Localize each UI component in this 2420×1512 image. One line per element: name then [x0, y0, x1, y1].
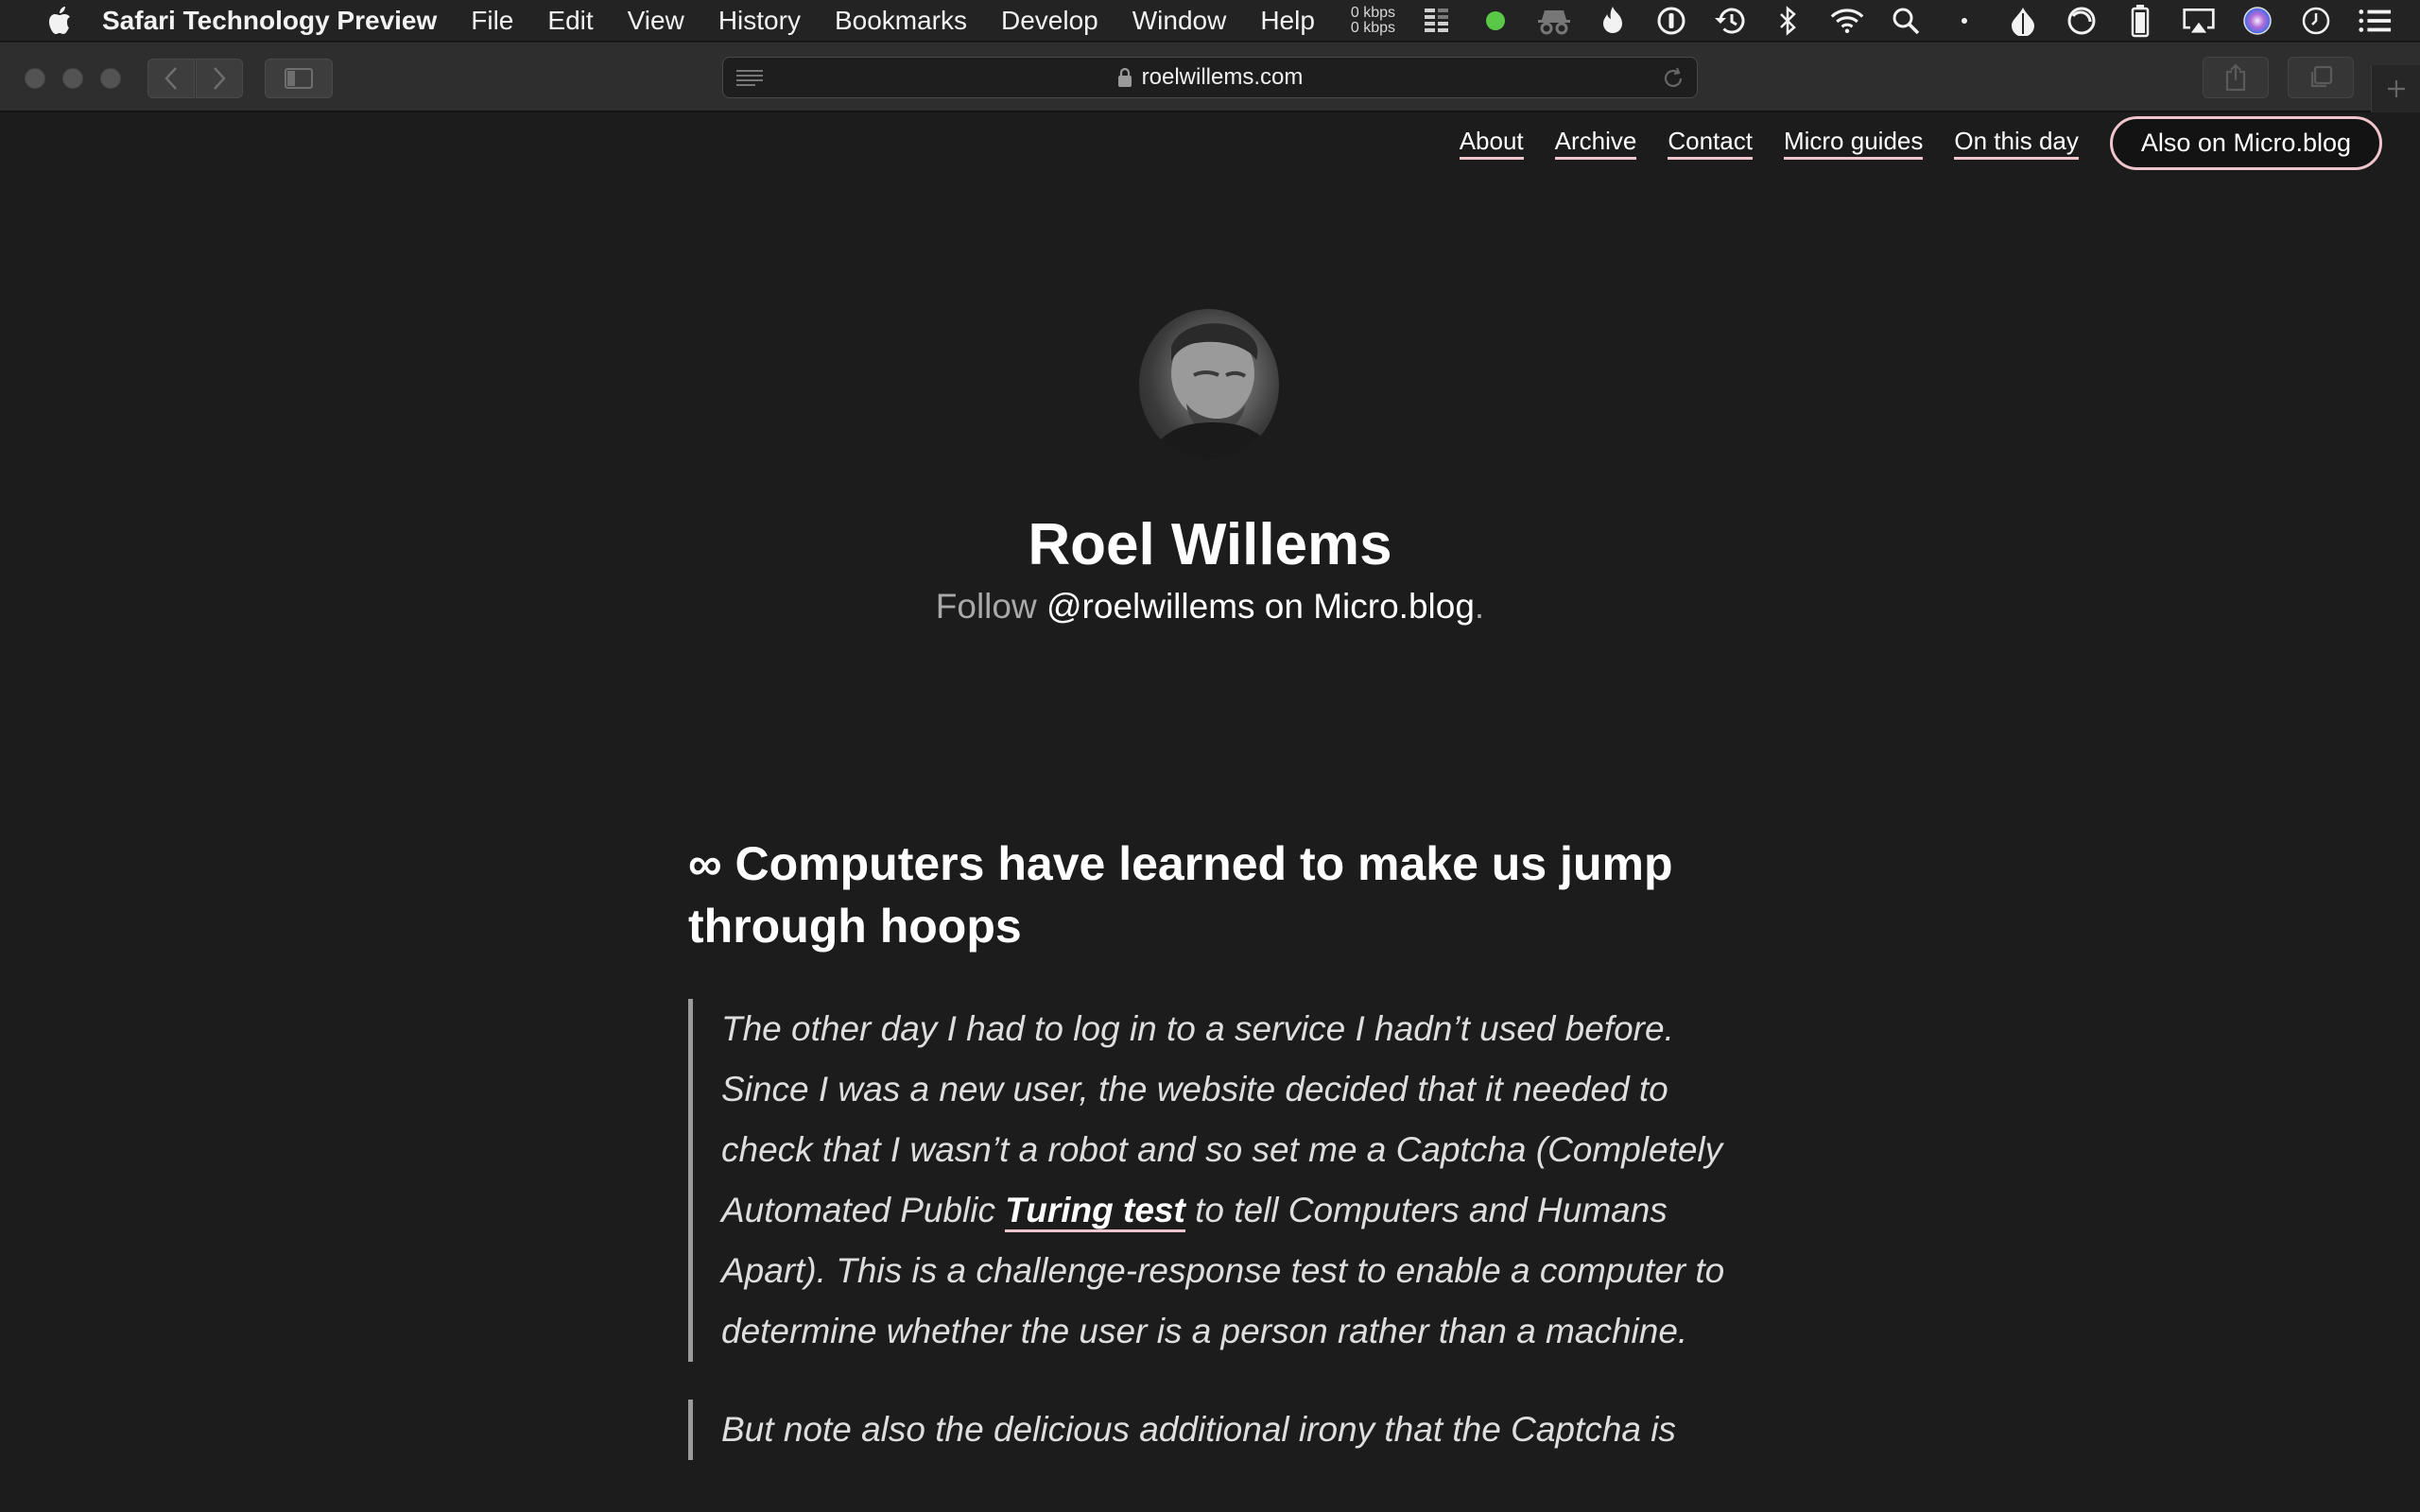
menu-view[interactable]: View [628, 6, 684, 36]
airplay-icon[interactable] [2182, 4, 2216, 38]
net-down: 0 kbps [1350, 20, 1395, 36]
battery-icon[interactable] [2123, 4, 2157, 38]
menu-edit[interactable]: Edit [547, 6, 593, 36]
share-icon [2225, 63, 2246, 92]
notification-list-icon[interactable] [2358, 4, 2392, 38]
status-menu-area: 0 kbps 0 kbps [1351, 0, 2392, 42]
follow-prefix: Follow [935, 587, 1037, 626]
zoom-window-button[interactable] [100, 68, 121, 89]
post-quote: The other day I had to log in to a servi… [688, 999, 1737, 1362]
new-tab-button[interactable] [2371, 65, 2420, 112]
menu-window[interactable]: Window [1132, 6, 1227, 36]
site-navigation: About Archive Contact Micro guides On th… [1459, 114, 2382, 171]
network-speed[interactable]: 0 kbps 0 kbps [1351, 6, 1395, 36]
tab-overview-button[interactable] [2288, 57, 2354, 98]
time-machine-icon[interactable] [1713, 4, 1747, 38]
nav-micro-guides-link[interactable]: Micro guides [1783, 127, 1924, 160]
post: ∞ Computers have learned to make us jump… [688, 833, 1737, 1460]
reload-icon[interactable] [1661, 66, 1685, 95]
follow-suffix: . [1474, 587, 1485, 626]
chevron-right-icon [214, 67, 226, 90]
nav-archive-link[interactable]: Archive [1554, 127, 1637, 160]
menu-history[interactable]: History [718, 6, 801, 36]
flame-icon[interactable] [1596, 4, 1630, 38]
browser-toolbar: roelwillems.com [0, 43, 2420, 112]
clock-icon[interactable] [2299, 4, 2333, 38]
avatar[interactable] [1139, 309, 1279, 460]
share-button[interactable] [2203, 57, 2269, 98]
post-title-link[interactable]: ∞ Computers have learned to make us jump… [688, 833, 1737, 957]
menu-app-name[interactable]: Safari Technology Preview [102, 6, 437, 36]
back-button[interactable] [147, 59, 195, 98]
quote-second-text: But note also the delicious additional i… [721, 1410, 1676, 1449]
spotlight-icon[interactable] [1889, 4, 1923, 38]
post-quote-second: But note also the delicious additional i… [688, 1400, 1737, 1460]
net-up: 0 kbps [1350, 5, 1395, 21]
sidebar-toggle-button[interactable] [265, 59, 333, 98]
menu-bar: Safari Technology Preview File Edit View… [0, 0, 2420, 42]
forward-button[interactable] [196, 59, 243, 98]
plus-icon [2387, 80, 2405, 97]
chevron-left-icon [164, 67, 177, 90]
nav-on-this-day-link[interactable]: On this day [1954, 127, 2079, 160]
onepassword-icon[interactable] [1654, 4, 1688, 38]
apple-icon[interactable] [38, 6, 81, 35]
menu-bookmarks[interactable]: Bookmarks [835, 6, 967, 36]
bluetooth-icon[interactable] [1772, 4, 1806, 38]
lock-icon [1117, 67, 1132, 87]
microblog-handle-link[interactable]: @roelwillems on Micro.blog [1046, 587, 1475, 626]
wifi-icon[interactable] [1830, 4, 1864, 38]
cpu-meter-icon[interactable] [1420, 4, 1454, 38]
drop-icon[interactable] [2006, 4, 2040, 38]
siri-icon[interactable] [2240, 4, 2274, 38]
url-text: roelwillems.com [1141, 64, 1304, 90]
nav-about-link[interactable]: About [1459, 127, 1524, 160]
close-window-button[interactable] [25, 68, 45, 89]
turing-test-link[interactable]: Turing test [1005, 1191, 1185, 1232]
address-bar[interactable]: roelwillems.com [722, 57, 1698, 98]
tabs-icon [2310, 65, 2333, 88]
menu-help[interactable]: Help [1260, 6, 1315, 36]
site-title: Roel Willems [1028, 512, 1392, 577]
web-page: About Archive Contact Micro guides On th… [0, 114, 2420, 1512]
incognito-icon[interactable] [1537, 4, 1571, 38]
sidebar-icon [285, 68, 313, 89]
minimize-window-button[interactable] [62, 68, 83, 89]
do-not-disturb-icon[interactable] [2065, 4, 2099, 38]
follow-line: Follow @roelwillems on Micro.blog. [0, 587, 2420, 627]
also-on-microblog-button[interactable]: Also on Micro.blog [2109, 115, 2382, 170]
dot-icon[interactable] [1947, 4, 1981, 38]
nav-contact-link[interactable]: Contact [1668, 127, 1753, 160]
status-dot-icon [1478, 4, 1512, 38]
reader-mode-icon[interactable] [736, 69, 763, 93]
menu-develop[interactable]: Develop [1001, 6, 1098, 36]
menu-file[interactable]: File [471, 6, 513, 36]
